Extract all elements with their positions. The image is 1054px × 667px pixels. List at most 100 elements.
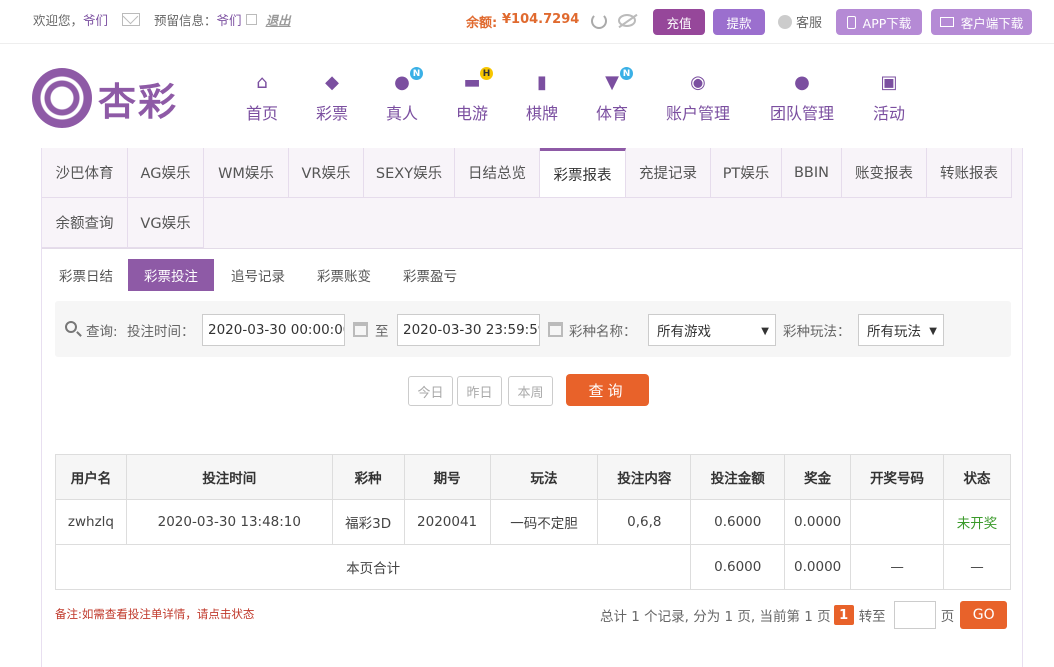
query-button[interactable]: 查询 xyxy=(566,374,649,406)
edit-icon[interactable] xyxy=(245,14,257,25)
calendar-icon[interactable] xyxy=(548,322,563,337)
withdraw-button[interactable]: 提款 xyxy=(713,9,765,35)
col-issue: 期号 xyxy=(403,454,491,500)
subtab-lottery-bets[interactable]: 彩票投注 xyxy=(128,259,214,291)
client-download-button[interactable]: 客户端下载 xyxy=(931,9,1032,35)
mail-icon[interactable] xyxy=(122,13,141,26)
top-bar: 欢迎您， 爷们 预留信息： 爷们 退出 余额: ¥104.7294 充值 提款 … xyxy=(0,0,1054,44)
search-icon xyxy=(65,321,77,333)
monitor-icon xyxy=(939,17,954,27)
nav-item-egames[interactable]: ▬ H 电游 xyxy=(444,67,500,128)
deposit-button[interactable]: 充值 xyxy=(653,9,705,35)
play-type-select[interactable]: 所有玩法 ▼ xyxy=(858,314,944,346)
calendar-icon[interactable] xyxy=(353,322,368,337)
tab-ag[interactable]: AG娱乐 xyxy=(128,148,204,198)
yesterday-button[interactable]: 昨日 xyxy=(457,376,502,406)
game-select-value: 所有游戏 xyxy=(657,324,711,340)
subtab-lottery-daily[interactable]: 彩票日结 xyxy=(46,259,126,291)
tab-pt[interactable]: PT娱乐 xyxy=(711,148,782,198)
nav-item-team[interactable]: ● 团队管理 xyxy=(764,70,840,128)
home-icon: ⌂ xyxy=(256,71,268,93)
nav-glyph: ▼ xyxy=(605,71,619,93)
col-content: 投注内容 xyxy=(597,454,692,500)
remark-note: 备注:如需查看投注单详情，请点击状态 xyxy=(55,607,255,621)
logout-link[interactable]: 退出 xyxy=(266,10,291,29)
tab-account-changes[interactable]: 账变报表 xyxy=(842,148,927,198)
tab-vg[interactable]: VG娱乐 xyxy=(128,198,204,248)
cell-amount: 0.6000 xyxy=(690,499,786,545)
logo-text: 杏彩 xyxy=(98,79,179,124)
nav-label: 账户管理 xyxy=(665,104,730,123)
hot-badge: H xyxy=(480,67,493,80)
total-bonus: 0.0000 xyxy=(784,544,852,590)
logo-mark xyxy=(32,68,92,128)
total-row: 本页合计 0.6000 0.0000 — — xyxy=(54,544,1011,590)
go-button[interactable]: GO xyxy=(960,601,1008,629)
nav-item-sports[interactable]: ▼ N 体育 xyxy=(584,67,640,128)
cell-content: 0,6,8 xyxy=(597,499,692,545)
cell-play: 一码不定胆 xyxy=(489,499,599,545)
phone-icon xyxy=(846,15,856,29)
cell-lottery: 福彩3D xyxy=(331,499,405,545)
table-header-row: 用户名 投注时间 彩种 期号 玩法 投注内容 投注金额 奖金 开奖号码 状态 xyxy=(55,454,1011,500)
nav-label: 电游 xyxy=(455,104,488,123)
nav-item-lottery[interactable]: ◆ 彩票 xyxy=(304,70,360,128)
cell-username: zwhzlq xyxy=(55,499,127,545)
subtab-chase-records[interactable]: 追号记录 xyxy=(218,259,298,291)
col-lottery: 彩种 xyxy=(331,454,405,500)
status-link[interactable]: 未开奖 xyxy=(943,499,1011,545)
tab-wm[interactable]: WM娱乐 xyxy=(204,148,289,198)
nav-label: 体育 xyxy=(595,104,628,123)
cell-draw-number xyxy=(850,499,944,545)
start-time-input[interactable]: 2020-03-30 00:00:00 xyxy=(202,314,345,346)
tab-transfer-report[interactable]: 转账报表 xyxy=(927,148,1012,198)
live-dealer-icon: ● N xyxy=(389,67,423,94)
today-button[interactable]: 今日 xyxy=(408,376,453,406)
nav-item-cards[interactable]: ▮ 棋牌 xyxy=(514,70,570,128)
subtab-lottery-pnl[interactable]: 彩票盈亏 xyxy=(390,259,470,291)
pager-summary: 总计 1 个记录, 分为 1 页, 当前第 1 页 xyxy=(600,609,831,625)
nav-item-events[interactable]: ▣ 活动 xyxy=(861,70,917,128)
tab-daily-overview[interactable]: 日结总览 xyxy=(455,148,540,198)
refresh-icon[interactable] xyxy=(591,13,607,29)
nav-item-live[interactable]: ● N 真人 xyxy=(374,67,430,128)
cards-icon: ▮ xyxy=(537,71,547,93)
end-time-input[interactable]: 2020-03-30 23:59:59 xyxy=(397,314,540,346)
col-play: 玩法 xyxy=(489,454,599,500)
subtab-lottery-changes[interactable]: 彩票账变 xyxy=(304,259,384,291)
tab-sexy[interactable]: SEXY娱乐 xyxy=(364,148,455,198)
app-download-button[interactable]: APP下载 xyxy=(836,9,922,35)
current-page[interactable]: 1 xyxy=(833,605,854,625)
customer-service-link[interactable]: 客服 xyxy=(778,12,822,31)
report-tabs: 沙巴体育 AG娱乐 WM娱乐 VR娱乐 SEXY娱乐 日结总览 彩票报表 充提记… xyxy=(42,148,1022,249)
nav-item-account[interactable]: ◉ 账户管理 xyxy=(660,70,736,128)
cell-bet-time: 2020-03-30 13:48:10 xyxy=(125,499,333,545)
page-label: 页 xyxy=(940,609,955,625)
nav-item-home[interactable]: ⌂ 首页 xyxy=(234,70,290,128)
tab-balance-query[interactable]: 余额查询 xyxy=(42,198,128,248)
goto-label: 转至 xyxy=(858,609,886,625)
reserve-value: 爷们 xyxy=(216,13,242,28)
search-bar: 查询: 投注时间： 2020-03-30 00:00:00 至 2020-03-… xyxy=(55,301,1011,357)
site-logo[interactable]: 杏彩 xyxy=(32,67,192,129)
main-nav: ⌂ 首页 ◆ 彩票 ● N 真人 ▬ H 电游 ▮ 棋牌 ▼ N 体育 ◉ 账户管理 … xyxy=(228,67,928,128)
goto-page-input[interactable] xyxy=(893,601,936,629)
tab-vr[interactable]: VR娱乐 xyxy=(289,148,364,198)
tab-bbin[interactable]: BBIN xyxy=(782,148,842,198)
hide-balance-icon[interactable] xyxy=(618,14,636,27)
gift-icon: ▣ xyxy=(880,71,898,93)
play-select-value: 所有玩法 xyxy=(867,324,921,340)
table-row[interactable]: zwhzlq 2020-03-30 13:48:10 福彩3D 2020041 … xyxy=(55,499,1011,545)
this-week-button[interactable]: 本周 xyxy=(508,376,553,406)
user-info: 欢迎您， 爷们 预留信息： 爷们 退出 xyxy=(33,10,291,29)
nav-glyph: ● xyxy=(394,71,410,93)
tab-saba-sports[interactable]: 沙巴体育 xyxy=(42,148,128,198)
trophy-icon: ▼ N xyxy=(599,67,633,94)
tab-lottery-report[interactable]: 彩票报表 xyxy=(540,148,626,198)
tab-deposit-records[interactable]: 充提记录 xyxy=(626,148,711,198)
service-icon xyxy=(778,14,792,29)
new-badge: N xyxy=(620,67,633,80)
app-download-label: APP下载 xyxy=(862,15,912,31)
username-link[interactable]: 爷们 xyxy=(83,10,108,29)
game-select[interactable]: 所有游戏 ▼ xyxy=(648,314,776,346)
